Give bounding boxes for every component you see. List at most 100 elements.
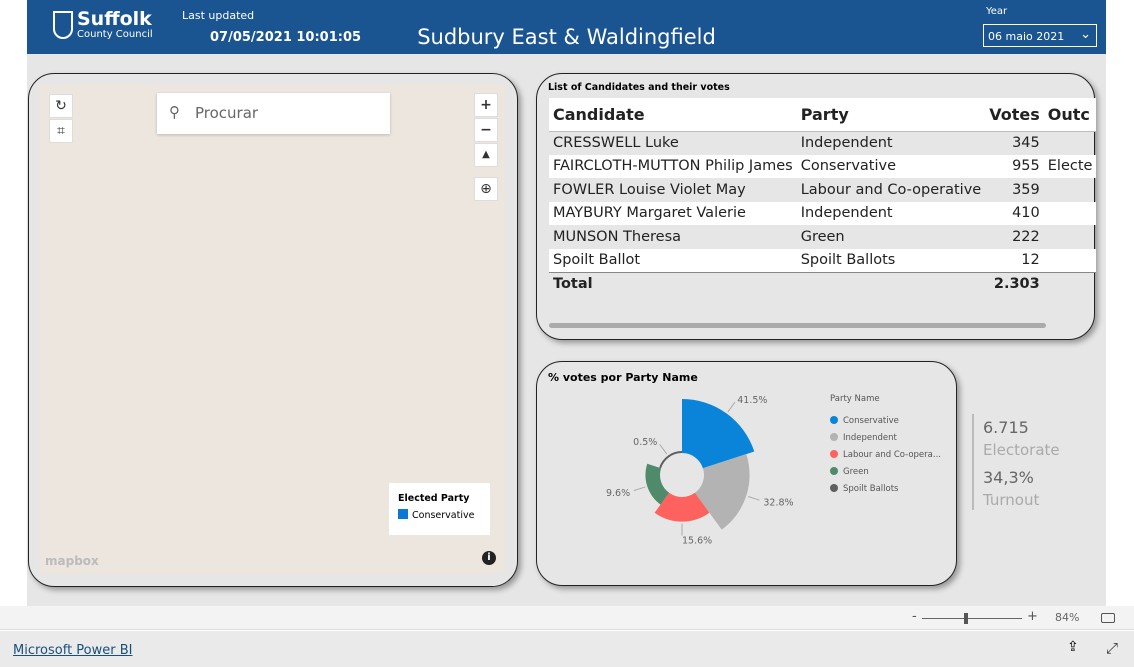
cell-candidate: FOWLER Louise Violet May bbox=[553, 181, 746, 198]
cell-candidate: MAYBURY Margaret Valerie bbox=[549, 201, 797, 225]
info-icon[interactable]: i bbox=[482, 551, 496, 565]
legend-title: Party Name bbox=[830, 394, 880, 404]
table-row[interactable]: FAIRCLOTH-MUTTON Philip James Conservativ… bbox=[549, 154, 1097, 178]
cell-votes: 222 bbox=[1012, 228, 1040, 245]
kpi-divider bbox=[972, 414, 974, 510]
cell-party: Conservative bbox=[796, 154, 986, 178]
year-value: 06 maio 2021 bbox=[988, 30, 1065, 43]
cell-outcome bbox=[1044, 131, 1097, 155]
search-icon: ⚲ bbox=[169, 103, 180, 121]
legend-swatch bbox=[398, 509, 408, 519]
cell-candidate: FAIRCLOTH-MUTTON Philip James bbox=[549, 154, 797, 178]
legend-marker bbox=[830, 450, 838, 458]
compass-icon[interactable]: ▲ bbox=[474, 143, 498, 167]
table-row[interactable]: MAYBURY Margaret Valerie Independent 410 bbox=[549, 201, 1097, 225]
legend-marker bbox=[830, 484, 838, 492]
data-label: 9.6% bbox=[606, 488, 630, 499]
legend-marker bbox=[830, 433, 838, 441]
cell-votes: 955 bbox=[985, 154, 1044, 178]
leader-line bbox=[633, 486, 646, 492]
cell-outcome: Electe bbox=[1043, 154, 1097, 178]
horizontal-scrollbar[interactable] bbox=[549, 323, 1046, 328]
leader-line bbox=[659, 443, 668, 455]
cell-outcome bbox=[1043, 248, 1097, 272]
zoom-to-fit-icon[interactable]: ⊕ bbox=[474, 177, 498, 201]
lasso-icon[interactable]: ↻ bbox=[49, 94, 73, 118]
cell-outcome bbox=[1044, 225, 1097, 249]
col-outcome[interactable]: Outc bbox=[1043, 98, 1097, 132]
electorate-label: Electorate bbox=[983, 441, 1060, 459]
cell-votes: 359 bbox=[1012, 181, 1040, 198]
slice-4[interactable] bbox=[659, 451, 682, 469]
leader-line bbox=[727, 401, 736, 413]
legend-marker bbox=[830, 467, 838, 475]
data-label: 15.6% bbox=[682, 536, 712, 547]
total-row: Total 2.303 bbox=[549, 271, 1097, 296]
zoom-minus-button[interactable]: - bbox=[912, 609, 917, 624]
legend-item[interactable]: Independent bbox=[843, 433, 898, 443]
total-label: Total bbox=[549, 271, 797, 296]
zoom-slider-thumb[interactable] bbox=[964, 613, 968, 624]
col-party[interactable]: Party bbox=[796, 98, 986, 132]
legend-item[interactable]: Conservative bbox=[843, 416, 899, 426]
leader-line bbox=[748, 496, 760, 501]
chevron-down-icon: ⌄ bbox=[1080, 27, 1091, 42]
mapbox-logo: mapbox bbox=[45, 554, 99, 568]
cell-party: Independent bbox=[796, 201, 986, 225]
zoom-plus-button[interactable]: + bbox=[1027, 609, 1038, 624]
data-label: 41.5% bbox=[737, 395, 767, 406]
year-label: Year bbox=[986, 6, 1008, 17]
fullscreen-icon[interactable]: ⤢ bbox=[1106, 639, 1118, 657]
last-updated-label: Last updated bbox=[182, 9, 255, 22]
legend-item[interactable]: Labour and Co-opera... bbox=[843, 450, 941, 460]
zoom-in-button[interactable]: + bbox=[474, 93, 498, 117]
table-row[interactable]: CRESSWELL Luke Independent 345 bbox=[549, 131, 1096, 155]
zoom-slider[interactable] bbox=[922, 618, 1022, 619]
cell-party: Spoilt Ballots bbox=[796, 248, 986, 272]
legend-item: Conservative bbox=[412, 510, 475, 521]
cell-empty bbox=[1043, 271, 1097, 296]
cell-candidate: MUNSON Theresa bbox=[553, 228, 682, 245]
cell-candidate: Spoilt Ballot bbox=[549, 248, 797, 272]
table-row[interactable]: Spoilt Ballot Spoilt Ballots 12 bbox=[549, 248, 1097, 272]
legend-item[interactable]: Spoilt Ballots bbox=[843, 484, 899, 494]
year-dropdown[interactable]: 06 maio 2021 ⌄ bbox=[983, 24, 1097, 47]
legend-title: Elected Party bbox=[398, 493, 470, 504]
data-label: 0.5% bbox=[633, 437, 657, 448]
legend-marker bbox=[830, 416, 838, 424]
report-header: Suffolk County Council Last updated 07/05… bbox=[27, 0, 1106, 54]
candidates-table: Candidate Party Votes Outc CRESSWELL Luk… bbox=[549, 98, 1097, 296]
data-label: 32.8% bbox=[763, 497, 793, 508]
zoom-bar: - + 84% bbox=[0, 606, 1134, 630]
table-row[interactable]: MUNSON Theresa Green 222 bbox=[549, 225, 1096, 249]
cell-votes: 12 bbox=[985, 248, 1044, 272]
cell-votes: 410 bbox=[985, 201, 1044, 225]
map-legend: Elected Party Conservative bbox=[389, 483, 490, 535]
turnout-value: 34,3% bbox=[983, 468, 1034, 487]
bottom-bar: Microsoft Power BI ⇪ ⤢ bbox=[0, 631, 1134, 667]
total-votes: 2.303 bbox=[985, 271, 1044, 296]
fit-to-page-icon[interactable] bbox=[1101, 613, 1115, 623]
electorate-value: 6.715 bbox=[983, 418, 1029, 437]
cell-party: Green bbox=[800, 228, 845, 245]
rect-select-icon[interactable]: ⌗ bbox=[49, 119, 73, 143]
legend-item[interactable]: Green bbox=[843, 467, 869, 477]
table-caption: List of Candidates and their votes bbox=[548, 82, 730, 93]
zoom-level: 84% bbox=[1055, 611, 1080, 624]
cell-empty bbox=[796, 271, 986, 296]
cell-party: Independent bbox=[800, 135, 893, 151]
cell-candidate: CRESSWELL Luke bbox=[553, 135, 679, 151]
share-icon[interactable]: ⇪ bbox=[1067, 639, 1079, 655]
powerbi-link[interactable]: Microsoft Power BI bbox=[13, 643, 132, 658]
page-title: Sudbury East & Waldingfield bbox=[417, 25, 716, 49]
col-votes[interactable]: Votes bbox=[985, 98, 1044, 132]
map-search-input[interactable]: ⚲ Procurar bbox=[157, 93, 390, 134]
cell-votes: 345 bbox=[1012, 135, 1040, 151]
table-row[interactable]: FOWLER Louise Violet May Labour and Co-op… bbox=[549, 178, 1096, 202]
cell-outcome bbox=[1044, 178, 1097, 202]
cell-outcome bbox=[1043, 201, 1097, 225]
rose-chart: 41.5% 32.8% 15.6% 9.6% 0.5% Party Name Conserv… bbox=[606, 394, 941, 547]
zoom-out-button[interactable]: − bbox=[474, 118, 498, 142]
col-candidate[interactable]: Candidate bbox=[549, 98, 797, 132]
search-placeholder: Procurar bbox=[195, 104, 259, 122]
